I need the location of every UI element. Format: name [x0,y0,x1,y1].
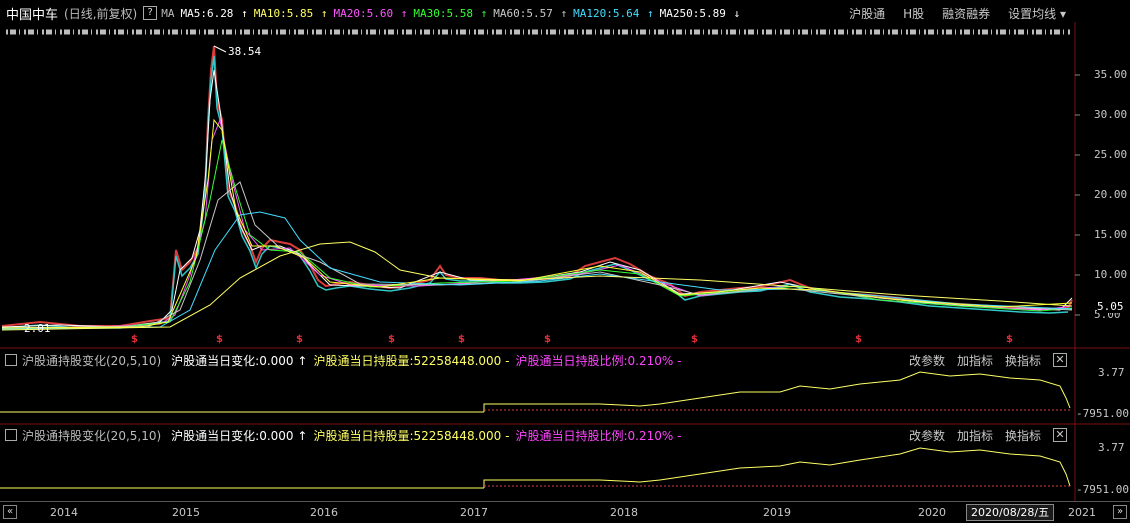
price-band [1,45,1073,327]
panel1-bottom-label: -7951.00 [1076,407,1129,420]
switch-indicator-button[interactable]: 换指标 [1005,352,1041,369]
scroll-right-icon[interactable]: » [1113,505,1127,519]
holding-volume-value: 沪股通当日持股量:52258448.000 - [313,428,510,443]
event-marker[interactable]: $ [131,334,138,345]
price-axis-label: 35.00 [1094,68,1128,81]
add-indicator-button[interactable]: 加指标 [957,427,993,444]
panel-settings-icon[interactable] [5,354,17,366]
price-axis-label: 10.00 [1094,268,1128,281]
holding-ratio-value: 沪股通当日持股比例:0.210% - [515,353,682,368]
year-label: 2014 [50,506,78,519]
year-label: 2016 [310,506,338,519]
peak-price-label: 38.54 [228,45,262,58]
panel-actions: 改参数 加指标 换指标 ✕ [897,425,1067,445]
year-label: 2019 [763,506,791,519]
year-label: 2015 [172,506,200,519]
cursor-date: 2020/08/28/五 [966,504,1055,521]
ma20-line [1,118,1073,329]
event-marker[interactable]: $ [458,334,465,345]
panel-actions: 改参数 加指标 换指标 ✕ [897,350,1067,370]
panel2-bottom-label: -7951.00 [1076,483,1129,496]
switch-indicator-button[interactable]: 换指标 [1005,427,1041,444]
peak-arrow [213,45,227,53]
indicator-name[interactable]: 沪股通持股变化(20,5,10) [22,352,161,369]
time-axis[interactable]: « 2014 2015 2016 2017 2018 2019 2020 202… [0,501,1130,523]
holding-ratio-value: 沪股通当日持股比例:0.210% - [515,428,682,443]
holding-volume-value: 沪股通当日持股量:52258448.000 - [313,353,510,368]
price-axis-label: 30.00 [1094,108,1128,121]
indicator-name[interactable]: 沪股通持股变化(20,5,10) [22,427,161,444]
change-params-button[interactable]: 改参数 [909,427,945,444]
indicator-panel-2-header: 沪股通持股变化(20,5,10) 沪股通当日变化:0.000 ↑ 沪股通当日持股… [0,425,1075,445]
scroll-left-icon[interactable]: « [3,505,17,519]
ma120-line [1,211,1073,330]
event-marker[interactable]: $ [1006,334,1013,345]
year-label: 2020 [918,506,946,519]
price-axis-ticks [1075,74,1080,316]
panel1-holding-line [483,371,1071,412]
ma10-line [1,118,1073,329]
event-marker[interactable]: $ [296,334,303,345]
price-axis-label: 15.00 [1094,228,1128,241]
close-icon[interactable]: ✕ [1053,353,1067,367]
panel1-top-label: 3.77 [1098,366,1125,379]
ma60-line [1,181,1073,329]
ma5-line [1,69,1073,328]
price-axis-label: 20.00 [1094,188,1128,201]
change-params-button[interactable]: 改参数 [909,352,945,369]
indicator-panel-1-header: 沪股通持股变化(20,5,10) 沪股通当日变化:0.000 ↑ 沪股通当日持股… [0,350,1075,370]
event-marker[interactable]: $ [216,334,223,345]
year-label: 2018 [610,506,638,519]
event-marker[interactable]: $ [388,334,395,345]
daily-change-value: 沪股通当日变化:0.000 ↑ [171,428,308,443]
panel2-holding-line [483,447,1071,488]
current-price-label: 5.05 [1097,300,1124,313]
event-marker[interactable]: $ [855,334,862,345]
event-marker[interactable]: $ [691,334,698,345]
close-icon[interactable]: ✕ [1053,428,1067,442]
price-band-teal [1,55,1069,329]
ma250-line [1,241,1073,331]
panel-settings-icon[interactable] [5,429,17,441]
year-label: 2017 [460,506,488,519]
event-marker[interactable]: $ [544,334,551,345]
panel2-top-label: 3.77 [1098,441,1125,454]
daily-change-value: 沪股通当日变化:0.000 ↑ [171,353,308,368]
add-indicator-button[interactable]: 加指标 [957,352,993,369]
price-axis-label: 25.00 [1094,148,1128,161]
low-price-label: 2.01 [24,322,51,335]
year-label: 2021 [1068,506,1096,519]
